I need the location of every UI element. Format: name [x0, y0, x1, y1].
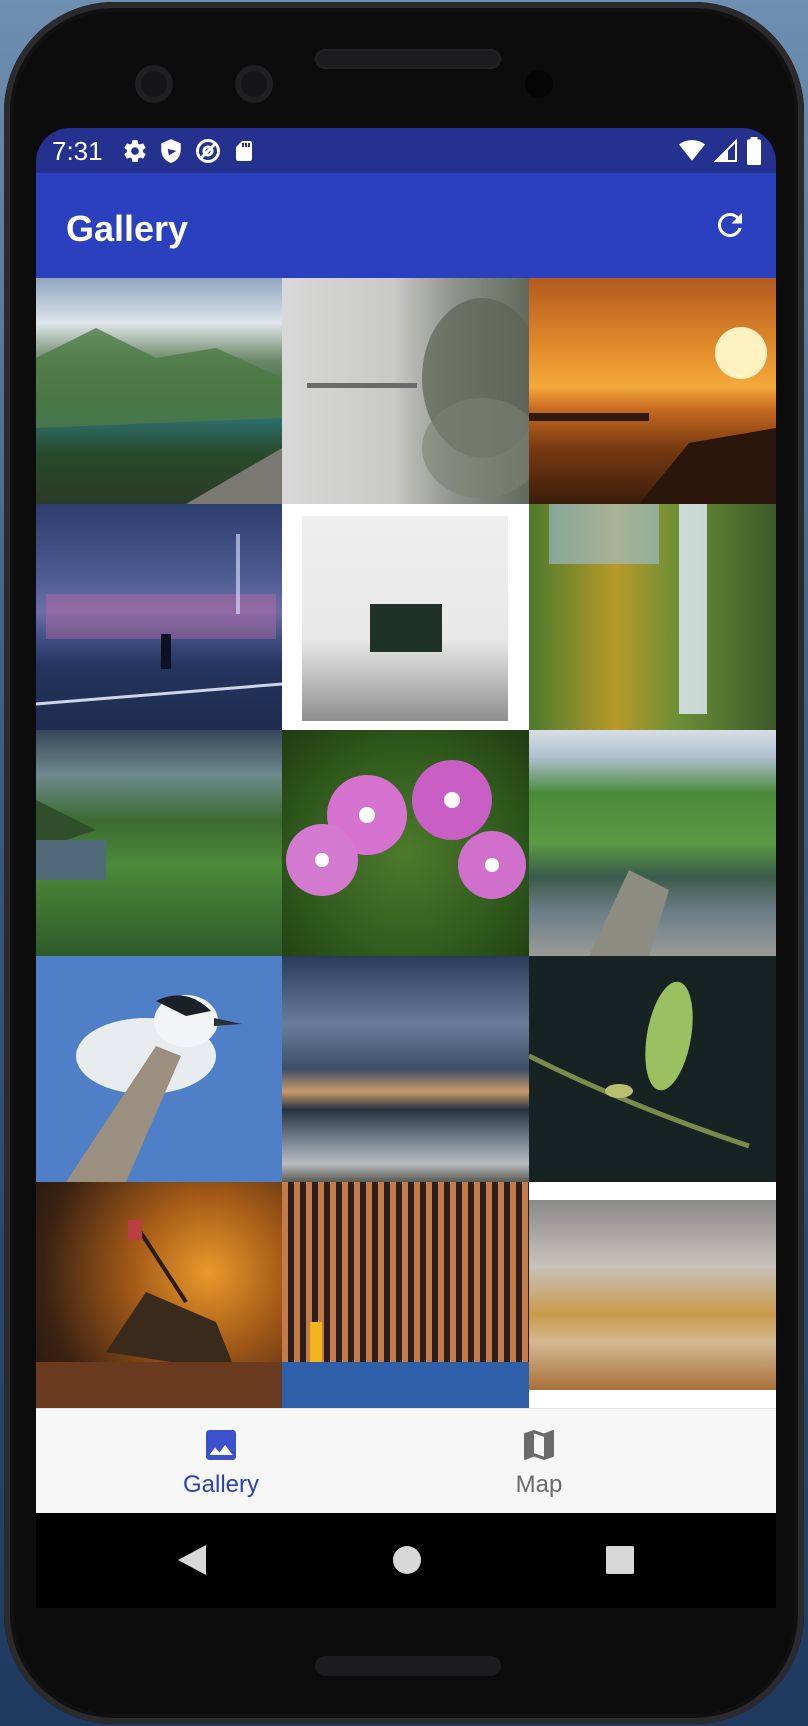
image-icon	[206, 1429, 236, 1460]
sd-card-icon	[232, 138, 256, 169]
at-sign-icon	[194, 137, 222, 170]
front-sensor	[235, 65, 273, 103]
back-icon	[178, 1545, 206, 1575]
bottom-speaker	[315, 1656, 501, 1676]
back-button[interactable]	[176, 1543, 208, 1582]
photo-thumbnail[interactable]	[36, 1182, 282, 1408]
photo-thumbnail[interactable]	[529, 956, 776, 1182]
photo-thumbnail[interactable]	[36, 730, 282, 956]
nav-item-gallery[interactable]: Gallery	[36, 1409, 406, 1514]
photo-grid	[36, 278, 776, 1408]
home-icon	[393, 1546, 421, 1574]
battery-icon	[746, 137, 762, 170]
photo-thumbnail[interactable]	[282, 278, 529, 504]
photo-thumbnail[interactable]	[529, 730, 776, 956]
photo-thumbnail[interactable]	[36, 956, 282, 1182]
refresh-button[interactable]	[708, 203, 752, 247]
photo-thumbnail[interactable]	[36, 504, 282, 730]
page-title: Gallery	[66, 208, 189, 249]
photo-thumbnail[interactable]	[529, 278, 776, 504]
proximity-sensor	[525, 70, 553, 98]
status-bar: 7:31	[36, 128, 776, 173]
nav-label-gallery: Gallery	[182, 1470, 260, 1498]
nav-item-map[interactable]: Map	[354, 1409, 724, 1514]
top-speaker	[315, 49, 501, 69]
system-navigation-bar	[36, 1513, 776, 1608]
photo-thumbnail[interactable]	[36, 278, 282, 504]
photo-thumbnail[interactable]	[282, 504, 529, 730]
app-bar: Gallery	[36, 173, 776, 278]
status-time: 7:31	[52, 136, 103, 166]
home-button[interactable]	[391, 1543, 423, 1582]
shield-icon	[158, 138, 184, 169]
photo-thumbnail[interactable]	[282, 1182, 529, 1408]
recents-icon	[606, 1546, 634, 1574]
refresh-icon	[718, 213, 742, 237]
screen: 7:31 Gallery Gallery Map	[36, 128, 776, 1608]
nav-label-map: Map	[515, 1470, 563, 1498]
bottom-navigation: Gallery Map	[36, 1408, 776, 1514]
photo-thumbnail[interactable]	[529, 1182, 776, 1408]
settings-icon	[122, 138, 148, 169]
wifi-icon	[678, 138, 706, 169]
recents-button[interactable]	[604, 1543, 636, 1582]
cell-signal-icon	[713, 138, 738, 169]
front-camera	[135, 65, 173, 103]
photo-thumbnail[interactable]	[282, 730, 529, 956]
map-icon	[524, 1429, 554, 1460]
photo-thumbnail[interactable]	[282, 956, 529, 1182]
photo-thumbnail[interactable]	[529, 504, 776, 730]
